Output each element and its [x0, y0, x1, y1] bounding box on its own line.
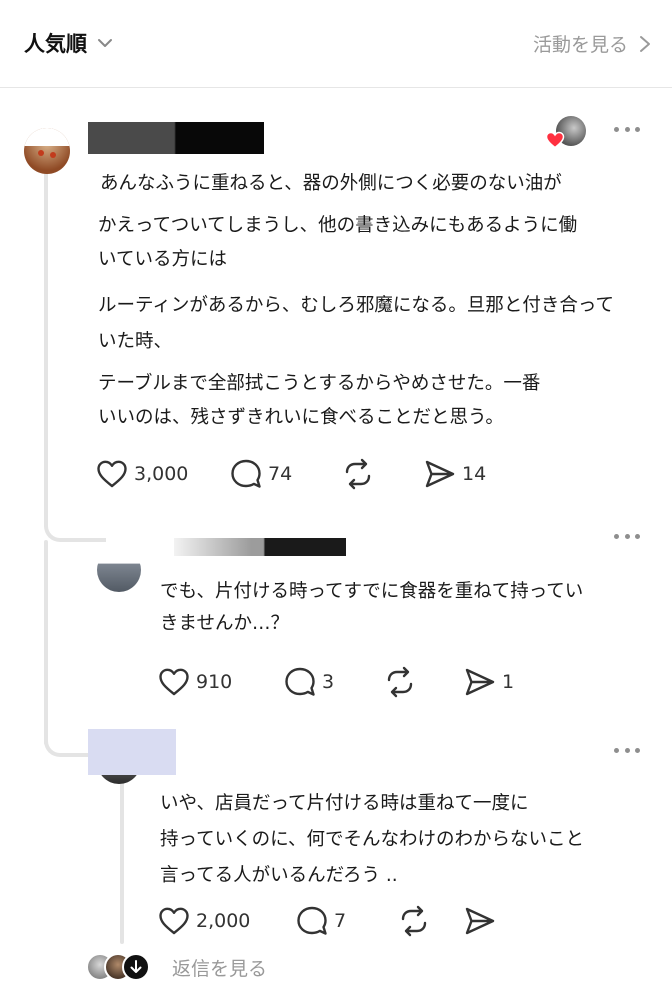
comment-icon [297, 906, 327, 935]
share-icon [465, 668, 495, 696]
thread-line [120, 782, 124, 944]
post-text-line: でも、片付ける時ってすでに食器を重ねて持ってい [160, 581, 584, 602]
share-count: 1 [502, 671, 515, 693]
share-button[interactable]: 1 [464, 666, 514, 698]
share-button[interactable]: 14 [424, 458, 486, 490]
chevron-right-icon [640, 35, 650, 52]
post-text-line: ルーティンがあるから、むしろ邪魔になる。旦那と付き合って [98, 295, 614, 316]
repost-icon [387, 666, 413, 698]
thread-line [44, 168, 48, 528]
view-replies-link[interactable]: 返信を見る [172, 954, 267, 981]
like-button[interactable]: 3,000 [96, 459, 230, 489]
comment-icon [231, 459, 261, 488]
sort-dropdown[interactable]: 人気順 [24, 28, 115, 58]
view-replies-row[interactable]: 返信を見る [86, 950, 267, 984]
like-count: 3,000 [134, 463, 189, 485]
heart-icon [159, 668, 189, 696]
header-bar: 人気順 活動を見る [0, 0, 672, 88]
post-text-line: かえってついてしまうし、他の書き込みにもあるように働 [98, 215, 578, 236]
avatar[interactable] [97, 548, 141, 592]
post-text-line: いた時、 [98, 331, 173, 352]
like-count: 2,000 [196, 910, 251, 932]
post-text-line: テーブルまで全部拭こうとするからやめさせた。一番 [98, 373, 541, 394]
share-button[interactable] [464, 905, 502, 937]
more-icon[interactable] [614, 125, 640, 133]
arrow-down-icon [122, 953, 150, 981]
share-icon [465, 907, 495, 935]
sort-label: 人気順 [24, 32, 87, 56]
redacted-username [88, 729, 176, 775]
more-icon[interactable] [614, 746, 640, 754]
comment-button[interactable]: 7 [296, 905, 398, 937]
repost-button[interactable] [342, 458, 424, 490]
redacted-username [174, 538, 346, 556]
activity-label: 活動を見る [532, 34, 628, 56]
more-icon[interactable] [614, 532, 640, 540]
post-actions: 2,000 7 [158, 905, 502, 937]
post-actions: 910 3 1 [158, 666, 514, 698]
like-button[interactable]: 2,000 [158, 906, 296, 936]
avatar[interactable] [24, 128, 70, 174]
heart-badge-icon [545, 131, 565, 149]
share-count: 14 [462, 463, 487, 485]
like-button[interactable]: 910 [158, 667, 284, 697]
comment-button[interactable]: 3 [284, 666, 384, 698]
comment-icon [285, 667, 315, 696]
thread-connector [44, 500, 106, 542]
like-count: 910 [196, 671, 233, 693]
comment-button[interactable]: 74 [230, 458, 342, 490]
post-text-line: 言ってる人がいるんだろう .. [160, 865, 398, 886]
comment-count: 3 [322, 671, 335, 693]
heart-icon [159, 907, 189, 935]
comment-count: 7 [334, 910, 347, 932]
post-text-line: いいのは、残さずきれいに食べることだと思う。 [98, 407, 504, 428]
share-icon [425, 460, 455, 488]
post-text-line: きませんか…？ [160, 613, 289, 634]
comment-count: 74 [268, 463, 293, 485]
redacted-username [88, 122, 264, 154]
repost-button[interactable] [384, 666, 464, 698]
repost-button[interactable] [398, 905, 464, 937]
post-text-line: あんなふうに重ねると、器の外側につく必要のない油が [100, 173, 562, 194]
repost-icon [345, 458, 371, 490]
view-activity-link[interactable]: 活動を見る [533, 30, 652, 57]
post-text-line: 持っていくのに、何でそんなわけのわからないこと [160, 829, 585, 850]
post-text-line: いや、店員だって片付ける時は重ねて一度に [160, 793, 529, 814]
chevron-down-icon [98, 39, 112, 47]
post-text-line: いている方には [98, 249, 227, 270]
heart-icon [97, 460, 127, 488]
post-actions: 3,000 74 14 [96, 458, 486, 490]
repost-icon [401, 905, 427, 937]
